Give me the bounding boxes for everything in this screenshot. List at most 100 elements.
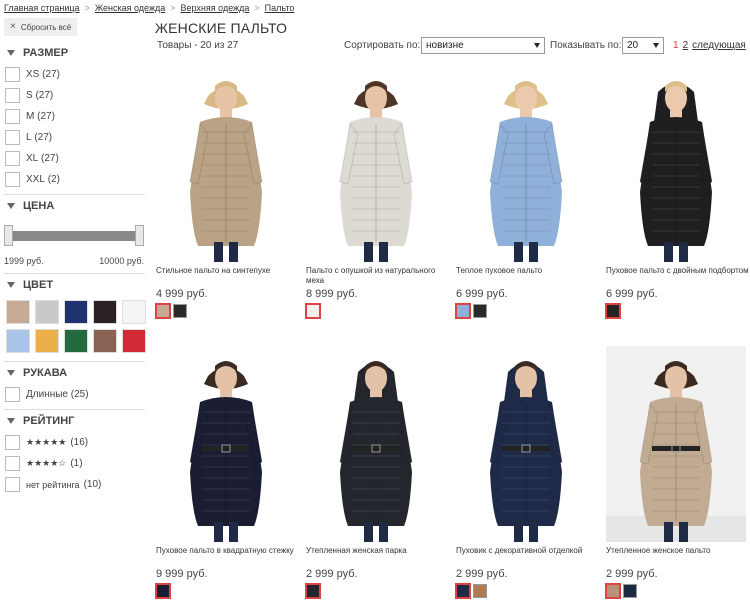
- product-name[interactable]: Стильное пальто на синтепухе: [156, 266, 304, 286]
- product-color-swatch[interactable]: [173, 304, 187, 318]
- filter-header-size[interactable]: РАЗМЕР: [0, 42, 148, 64]
- rating-option-none[interactable]: нет рейтинга (10): [5, 474, 148, 495]
- pagination-next[interactable]: следующая: [692, 40, 746, 51]
- close-icon: ×: [10, 21, 16, 32]
- product-color-swatch[interactable]: [473, 304, 487, 318]
- checkbox[interactable]: [5, 151, 20, 166]
- chevron-down-icon: [7, 203, 15, 209]
- product-photo[interactable]: [456, 346, 596, 542]
- product-image: [306, 346, 446, 542]
- size-option-xl[interactable]: XL (27): [5, 148, 148, 169]
- product-photo[interactable]: [456, 66, 596, 262]
- product-photo[interactable]: [156, 66, 296, 262]
- product-image: [606, 66, 746, 262]
- product-color-swatch[interactable]: [305, 303, 321, 319]
- checkbox[interactable]: [5, 477, 20, 492]
- chevron-down-icon: [7, 282, 15, 288]
- checkbox[interactable]: [5, 67, 20, 82]
- product-color-swatch[interactable]: [605, 583, 621, 599]
- page-size-select[interactable]: 20: [622, 37, 664, 54]
- filter-title-rating: РЕЙТИНГ: [23, 415, 75, 427]
- product-photo[interactable]: [606, 66, 746, 262]
- color-swatch[interactable]: [6, 300, 30, 324]
- product-color-swatch[interactable]: [455, 303, 471, 319]
- product-card[interactable]: Стильное пальто на синтепухе 4 999 руб.: [155, 66, 304, 319]
- color-swatch[interactable]: [93, 300, 117, 324]
- pagination-page-2[interactable]: 2: [683, 40, 689, 51]
- product-color-swatch[interactable]: [305, 583, 321, 599]
- product-name[interactable]: Пуховик с декоративной отделкой: [456, 546, 604, 566]
- product-card[interactable]: Теплое пуховое пальто 6 999 руб.: [455, 66, 604, 319]
- breadcrumb-womens-clothing[interactable]: Женская одежда: [95, 3, 165, 13]
- color-swatch[interactable]: [64, 329, 88, 353]
- filter-title-size: РАЗМЕР: [23, 47, 69, 59]
- price-slider-track[interactable]: [8, 231, 140, 241]
- price-max-value: 10000 руб.: [99, 256, 144, 266]
- product-color-swatch[interactable]: [155, 583, 171, 599]
- product-image: [156, 66, 296, 262]
- product-color-options: [605, 303, 750, 319]
- product-color-swatch[interactable]: [623, 584, 637, 598]
- breadcrumb-outerwear[interactable]: Верхняя одежда: [181, 3, 250, 13]
- checkbox[interactable]: [5, 387, 20, 402]
- price-slider-max-handle[interactable]: [135, 225, 144, 246]
- product-photo[interactable]: [306, 66, 446, 262]
- checkbox[interactable]: [5, 435, 20, 450]
- color-swatch[interactable]: [122, 329, 146, 353]
- product-color-options: [305, 303, 454, 319]
- product-color-swatch[interactable]: [605, 303, 621, 319]
- filter-title-sleeve: РУКАВА: [23, 367, 68, 379]
- checkbox[interactable]: [5, 172, 20, 187]
- filter-header-color[interactable]: ЦВЕТ: [0, 274, 148, 296]
- filter-header-sleeve[interactable]: РУКАВА: [0, 362, 148, 384]
- sort-select[interactable]: новизне: [421, 37, 545, 54]
- color-swatch[interactable]: [6, 329, 30, 353]
- product-color-swatch[interactable]: [155, 303, 171, 319]
- product-card[interactable]: Пуховик с декоративной отделкой 2 999 руб…: [455, 346, 604, 599]
- product-name[interactable]: Утепленная женская парка: [306, 546, 454, 566]
- product-card[interactable]: Пальто с опушкой из натурального меха 8 9…: [305, 66, 454, 319]
- color-swatch[interactable]: [122, 300, 146, 324]
- product-card[interactable]: Пуховое пальто в квадратную стежку 9 999 …: [155, 346, 304, 599]
- product-photo[interactable]: [606, 346, 746, 542]
- checkbox[interactable]: [5, 109, 20, 124]
- product-name[interactable]: Пальто с опушкой из натурального меха: [306, 266, 454, 286]
- checkbox[interactable]: [5, 88, 20, 103]
- checkbox[interactable]: [5, 130, 20, 145]
- reset-filters-button[interactable]: × Сбросить всё: [4, 18, 78, 36]
- product-image: [456, 346, 596, 542]
- breadcrumb-coats[interactable]: Пальто: [265, 3, 295, 13]
- size-label: L: [26, 132, 32, 143]
- filter-title-price: ЦЕНА: [23, 200, 55, 212]
- size-option-s[interactable]: S (27): [5, 85, 148, 106]
- breadcrumb-home[interactable]: Главная страница: [4, 3, 80, 13]
- product-name[interactable]: Утепленное женское пальто: [606, 546, 750, 566]
- price-slider-min-handle[interactable]: [4, 225, 13, 246]
- product-card[interactable]: Утепленная женская парка 2 999 руб.: [305, 346, 454, 599]
- size-option-xs[interactable]: XS (27): [5, 64, 148, 85]
- sort-select-value: новизне: [426, 40, 464, 51]
- product-name[interactable]: Пуховое пальто в квадратную стежку: [156, 546, 304, 566]
- product-name[interactable]: Пуховое пальто с двойным подбортом: [606, 266, 750, 286]
- color-swatch[interactable]: [35, 300, 59, 324]
- rating-option-5[interactable]: ★★★★★ (16): [5, 432, 148, 453]
- product-photo[interactable]: [306, 346, 446, 542]
- product-color-swatch[interactable]: [455, 583, 471, 599]
- product-color-swatch[interactable]: [473, 584, 487, 598]
- size-option-m[interactable]: M (27): [5, 106, 148, 127]
- checkbox[interactable]: [5, 456, 20, 471]
- product-card[interactable]: Утепленное женское пальто 2 999 руб.: [605, 346, 750, 599]
- product-card[interactable]: Пуховое пальто с двойным подбортом 6 999 …: [605, 66, 750, 319]
- color-swatch[interactable]: [35, 329, 59, 353]
- filter-header-price[interactable]: ЦЕНА: [0, 195, 148, 217]
- filter-header-rating[interactable]: РЕЙТИНГ: [0, 410, 148, 432]
- size-option-xxl[interactable]: XXL (2): [5, 169, 148, 190]
- size-option-l[interactable]: L (27): [5, 127, 148, 148]
- sleeve-option-long[interactable]: Длинные (25): [5, 384, 148, 405]
- color-swatch[interactable]: [64, 300, 88, 324]
- rating-option-4[interactable]: ★★★★☆ (1): [5, 453, 148, 474]
- product-price: 6 999 руб.: [456, 288, 508, 300]
- color-swatch[interactable]: [93, 329, 117, 353]
- product-name[interactable]: Теплое пуховое пальто: [456, 266, 604, 286]
- product-photo[interactable]: [156, 346, 296, 542]
